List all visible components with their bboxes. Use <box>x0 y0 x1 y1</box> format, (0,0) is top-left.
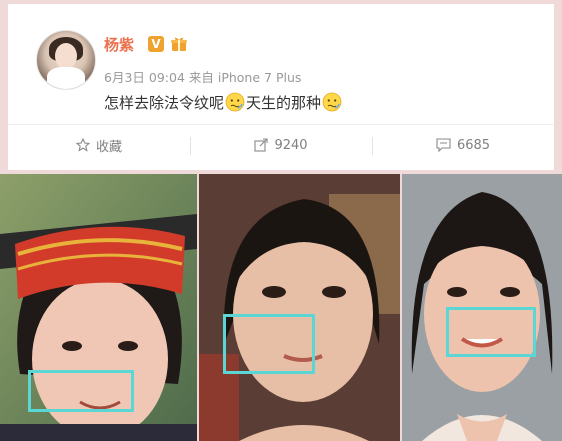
star-outline-icon <box>75 138 90 152</box>
post-actions-bar: 收藏 9240 6685 <box>8 124 554 165</box>
post-text-part2: 天生的那种 <box>246 94 322 112</box>
share-arrow-icon <box>254 138 269 152</box>
username[interactable]: 杨紫 <box>104 34 134 55</box>
verified-badge-icon: V <box>148 36 164 52</box>
comment-button[interactable]: 6685 <box>372 125 554 165</box>
highlight-box <box>223 314 315 374</box>
favorite-button[interactable]: 收藏 <box>8 125 190 165</box>
teen-photo[interactable] <box>199 174 400 441</box>
repost-count: 9240 <box>274 137 308 153</box>
post-text: 怎样去除法令纹呢 天生的那种 <box>104 92 343 113</box>
gift-vip-icon <box>171 37 187 51</box>
comment-count: 6685 <box>456 137 491 153</box>
favorite-label: 收藏 <box>95 139 122 155</box>
post-meta: 6月3日 09:04 来自 iPhone 7 Plus <box>104 70 302 85</box>
repost-button[interactable]: 9240 <box>190 125 372 165</box>
highlight-box <box>28 370 134 412</box>
post-text-part1: 怎样去除法令纹呢 <box>104 94 225 112</box>
speech-bubble-icon <box>436 138 451 152</box>
highlight-box <box>446 307 536 357</box>
photo-strip <box>0 174 562 441</box>
confused-face-emoji-icon <box>225 92 245 112</box>
confused-face-emoji-icon <box>322 92 342 112</box>
avatar[interactable] <box>36 30 96 90</box>
